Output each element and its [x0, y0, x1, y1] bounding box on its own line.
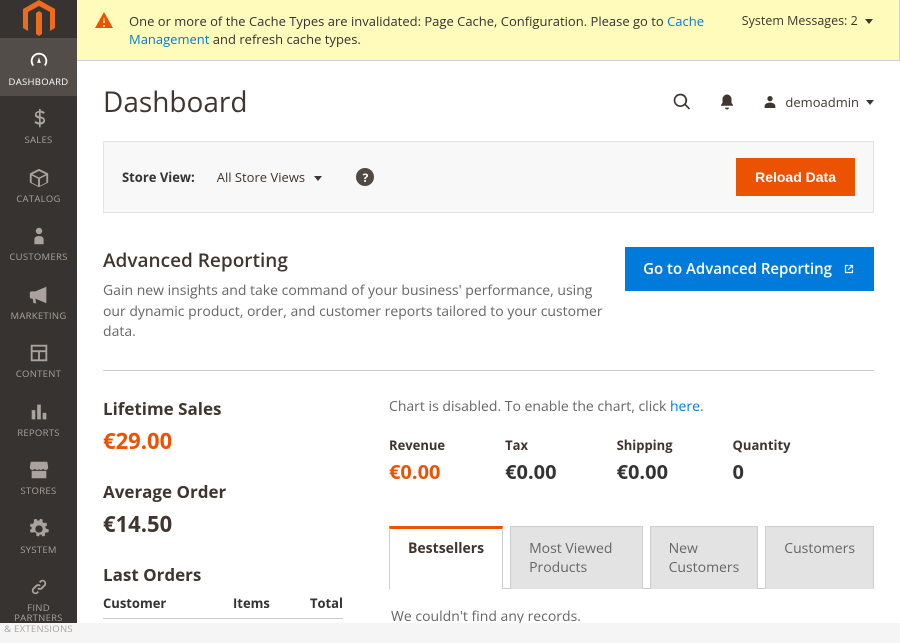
average-order-label: Average Order [103, 480, 343, 503]
order-row[interactable]: Veronica Costello 1 €0.00 [103, 619, 343, 623]
stat-tax: Tax €0.00 [505, 436, 556, 485]
nav-reports[interactable]: REPORTS [0, 389, 77, 447]
box-icon [27, 167, 51, 189]
nav-label: SALES [24, 135, 52, 145]
lifetime-sales-value: €29.00 [103, 426, 343, 456]
search-icon[interactable] [672, 92, 692, 112]
user-name: demoadmin [785, 93, 859, 111]
chevron-down-icon [866, 100, 874, 105]
nav-label: DASHBOARD [9, 77, 69, 87]
main-content: One or more of the Cache Types are inval… [77, 0, 900, 623]
page-title: Dashboard [103, 83, 672, 121]
dollar-icon [27, 108, 51, 130]
store-view-label: Store View: [122, 168, 195, 186]
nav-stores[interactable]: STORES [0, 447, 77, 505]
tab-most-viewed[interactable]: Most Viewed Products [510, 526, 643, 589]
nav-content[interactable]: CONTENT [0, 330, 77, 388]
toolbar: Store View: All Store Views ? Reload Dat… [103, 141, 874, 213]
system-message-bar: One or more of the Cache Types are inval… [77, 0, 900, 61]
nav-marketing[interactable]: MARKETING [0, 272, 77, 330]
help-icon[interactable]: ? [356, 168, 374, 186]
last-orders-header: Customer Items Total [103, 594, 343, 619]
tab-content: We couldn't find any records. [389, 589, 874, 623]
tab-bestsellers[interactable]: Bestsellers [389, 526, 503, 589]
nav-label: SYSTEM [20, 545, 57, 555]
go-to-advanced-reporting-button[interactable]: Go to Advanced Reporting [625, 247, 874, 291]
stat-revenue: Revenue €0.00 [389, 436, 445, 485]
user-menu[interactable]: demoadmin [762, 93, 874, 111]
nav-label: MARKETING [10, 311, 66, 321]
nav-partners[interactable]: FIND PARTNERS & EXTENSIONS [0, 564, 77, 643]
stat-shipping: Shipping €0.00 [617, 436, 673, 485]
gear-icon [27, 518, 51, 540]
system-message-text: One or more of the Cache Types are inval… [129, 12, 722, 48]
stats-row: Revenue €0.00 Tax €0.00 Shipping €0.00 Q… [389, 436, 874, 485]
enable-chart-link[interactable]: here [670, 397, 700, 416]
bars-icon [27, 401, 51, 423]
nav: DASHBOARD SALES CATALOG CUSTOMERS MARKET… [0, 38, 77, 643]
nav-label: CATALOG [16, 194, 60, 204]
lifetime-sales-label: Lifetime Sales [103, 397, 343, 420]
nav-label: REPORTS [17, 428, 60, 438]
chevron-down-icon [865, 19, 873, 24]
advanced-reporting-block: Advanced Reporting Gain new insights and… [103, 247, 874, 342]
layout-icon [27, 342, 51, 364]
store-view-selector[interactable]: All Store Views [217, 168, 323, 186]
advanced-reporting-title: Advanced Reporting [103, 247, 605, 273]
link-icon [27, 576, 51, 598]
warning-icon [95, 12, 113, 28]
nav-label: CONTENT [16, 369, 61, 379]
average-order-value: €14.50 [103, 509, 343, 539]
nav-system[interactable]: SYSTEM [0, 506, 77, 564]
page-header: Dashboard demoadmin [77, 61, 900, 129]
megaphone-icon [27, 284, 51, 306]
external-link-icon [842, 262, 856, 276]
tabs: Bestsellers Most Viewed Products New Cus… [389, 525, 874, 589]
advanced-reporting-desc: Gain new insights and take command of yo… [103, 281, 605, 342]
tab-customers[interactable]: Customers [765, 526, 874, 589]
last-orders-title: Last Orders [103, 563, 343, 586]
nav-label: CUSTOMERS [9, 252, 67, 262]
storefront-icon [27, 459, 51, 481]
nav-label: STORES [21, 486, 57, 496]
nav-dashboard[interactable]: DASHBOARD [0, 38, 77, 96]
nav-label: FIND PARTNERS & EXTENSIONS [4, 603, 73, 634]
magento-logo[interactable] [0, 0, 77, 38]
nav-customers[interactable]: CUSTOMERS [0, 213, 77, 271]
user-icon [762, 94, 778, 110]
reload-data-button[interactable]: Reload Data [736, 158, 855, 196]
dashboard-icon [27, 50, 51, 72]
chevron-down-icon [314, 176, 322, 181]
stat-quantity: Quantity 0 [733, 436, 791, 485]
system-messages-toggle[interactable]: System Messages: 2 [742, 12, 873, 48]
nav-sales[interactable]: SALES [0, 96, 77, 154]
tab-new-customers[interactable]: New Customers [650, 526, 759, 589]
notifications-icon[interactable] [718, 92, 736, 112]
sidebar: DASHBOARD SALES CATALOG CUSTOMERS MARKET… [0, 0, 77, 623]
person-icon [27, 225, 51, 247]
nav-catalog[interactable]: CATALOG [0, 155, 77, 213]
chart-disabled-note: Chart is disabled. To enable the chart, … [389, 397, 874, 416]
